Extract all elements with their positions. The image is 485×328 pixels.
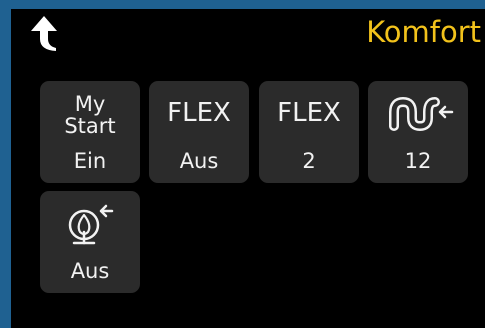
flex-tile[interactable]: FLEX Aus: [149, 81, 249, 183]
flex-value: Aus: [179, 149, 219, 173]
steam-value: Aus: [70, 259, 110, 283]
circulation-tile[interactable]: 12: [368, 81, 468, 183]
flex-2-label: FLEX: [277, 98, 341, 128]
circulation-value: 12: [404, 149, 432, 173]
steam-nozzle-icon: [68, 204, 114, 245]
my-start-tile[interactable]: My Start Ein: [40, 81, 140, 183]
my-start-value: Ein: [73, 149, 107, 173]
flex-2-tile[interactable]: FLEX 2: [259, 81, 359, 183]
steam-tile[interactable]: Aus: [40, 191, 140, 293]
pipe-circulation-icon: [389, 96, 454, 132]
flex-label: FLEX: [167, 98, 231, 128]
screen: Komfort My Start Ein FLEX Aus FLEX 2 12: [11, 9, 485, 328]
flex-2-value: 2: [302, 149, 316, 173]
page-title: Komfort: [366, 15, 481, 49]
up-arrow-back-icon: [31, 16, 57, 51]
my-start-label: My Start: [64, 92, 116, 138]
back-button[interactable]: [27, 13, 63, 53]
